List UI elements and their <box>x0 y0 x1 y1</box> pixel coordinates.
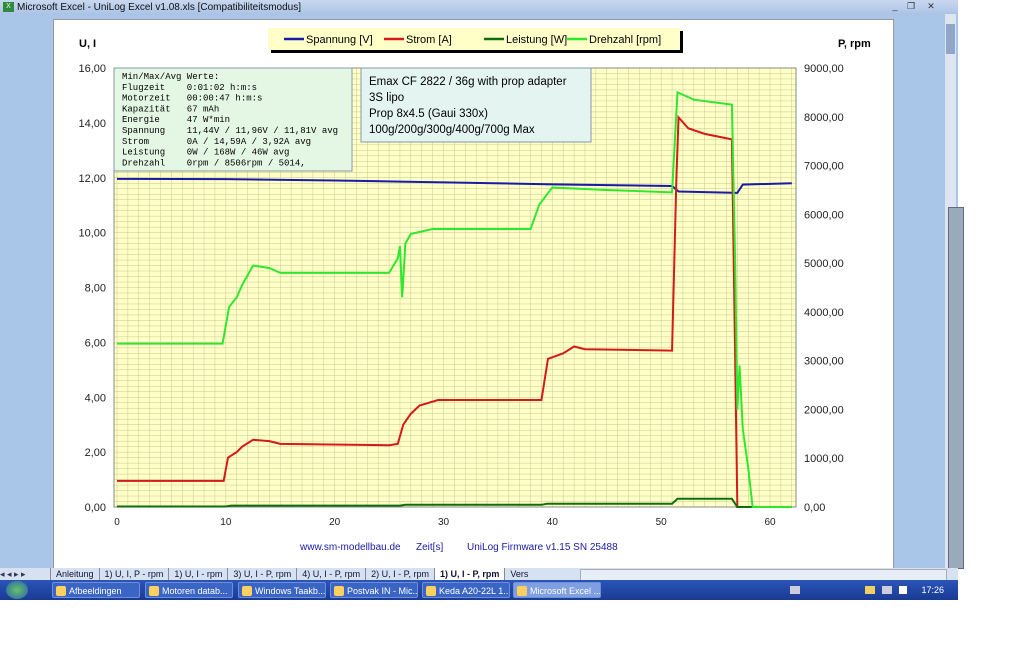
taskbar-item-label: Keda A20-22L 1... <box>439 586 510 596</box>
y2-tick-label: 5000,00 <box>804 258 844 270</box>
y2-tick-label: 9000,00 <box>804 63 844 75</box>
chart-svg: 0,00 2,00 4,00 6,00 8,00 10,00 12,00 14,00 16,00… <box>78 28 871 553</box>
legend-label: Spannung [V] <box>306 34 373 46</box>
sheet-tab[interactable]: 2) U, I - P, rpm <box>365 568 434 580</box>
footer-firmware: UniLog Firmware v1.15 SN 25488 <box>467 542 618 553</box>
stats-line: Energie 47 W*min <box>122 115 230 125</box>
y2-tick-label: 6000,00 <box>804 209 844 221</box>
chart-area[interactable]: 0,00 2,00 4,00 6,00 8,00 10,00 12,00 14,00 16,00… <box>53 19 894 569</box>
stats-line: Strom 0A / 14,59A / 3,92A avg <box>122 137 311 147</box>
y-tick-label: 6,00 <box>85 337 106 349</box>
app-icon <box>242 586 252 596</box>
legend-label: Drehzahl [rpm] <box>589 34 661 46</box>
app-icon <box>426 586 436 596</box>
x-tick-label: 20 <box>329 517 341 528</box>
y-tick-label: 14,00 <box>78 118 106 130</box>
close-button[interactable]: ✕ <box>922 1 940 12</box>
y-tick-label: 10,00 <box>78 228 106 240</box>
y-tick-label: 4,00 <box>85 392 106 404</box>
network-tray-icon[interactable] <box>882 586 892 594</box>
app-icon <box>517 586 527 596</box>
taskbar-item[interactable]: Motoren datab... <box>145 582 233 598</box>
taskbar-item[interactable]: Postvak IN - Mic... <box>330 582 418 598</box>
minimize-button[interactable]: _ <box>888 1 902 12</box>
stats-line: Drehzahl 0rpm / 8506rpm / 5014, <box>122 158 306 168</box>
y2-tick-label: 3000,00 <box>804 356 844 368</box>
x-tick-label: 50 <box>656 517 668 528</box>
start-button[interactable] <box>6 581 28 599</box>
keyboard-tray-icon[interactable] <box>790 586 800 594</box>
stats-line: Min/Max/Avg Werte: <box>122 72 219 82</box>
taskbar-item-label: Motoren datab... <box>162 586 228 596</box>
y2-tick-label: 1000,00 <box>804 453 844 465</box>
stats-line: Leistung 0W / 168W / 46W avg <box>122 148 289 158</box>
taskbar-item[interactable]: Windows Taakb... <box>238 582 326 598</box>
taskbar: Afbeeldingen Motoren datab... Windows Taak… <box>0 580 958 600</box>
x-tick-label: 60 <box>764 517 776 528</box>
stats-line: Motorzeit 00:00:47 h:m:s <box>122 94 262 104</box>
taskbar-item-label: Windows Taakb... <box>255 586 326 596</box>
restore-button[interactable]: ❐ <box>904 1 918 12</box>
right-axis-label: P, rpm <box>838 38 871 50</box>
sheet-tab[interactable]: 1) U, I - P, rpm <box>433 568 505 580</box>
taskbar-item[interactable]: Keda A20-22L 1... <box>422 582 510 598</box>
y-tick-label: 12,00 <box>78 173 106 185</box>
taskbar-item-label: Postvak IN - Mic... <box>347 586 418 596</box>
legend-label: Leistung [W] <box>506 34 567 46</box>
app-icon <box>56 586 66 596</box>
sheet-tab[interactable]: 1) U, I - rpm <box>168 568 227 580</box>
stats-line: Flugzeit 0:01:02 h:m:s <box>122 83 257 93</box>
x-axis-label: Zeit[s] <box>416 542 443 553</box>
excel-app-icon: X <box>3 2 14 12</box>
y-tick-label: 16,00 <box>78 63 106 75</box>
x-tick-label: 0 <box>114 517 120 528</box>
scroll-thumb[interactable] <box>946 24 955 54</box>
y2-tick-label: 0,00 <box>804 502 825 514</box>
taskbar-item-label: Microsoft Excel ... <box>530 586 601 596</box>
y2-tick-label: 7000,00 <box>804 161 844 173</box>
x-tick-label: 30 <box>438 517 450 528</box>
sheet-tab[interactable]: 1) U, I, P - rpm <box>98 568 169 580</box>
taskbar-item-label: Afbeeldingen <box>69 586 122 596</box>
sheet-tab[interactable]: Anleitung <box>50 568 99 580</box>
y-tick-label: 2,00 <box>85 447 106 459</box>
y2-tick-label: 2000,00 <box>804 404 844 416</box>
y2-tick-label: 4000,00 <box>804 307 844 319</box>
sheet-tab[interactable]: 4) U, I - P, rpm <box>296 568 365 580</box>
sheet-tab[interactable]: Vers <box>504 568 533 580</box>
sheet-tab[interactable]: 3) U, I - P, rpm <box>227 568 296 580</box>
x-tick-label: 10 <box>220 517 232 528</box>
mail-tray-icon[interactable] <box>865 586 875 594</box>
side-window-edge[interactable] <box>948 207 964 569</box>
left-axis-label: U, I <box>79 38 96 50</box>
note-line: Prop 8x4.5 (Gaui 330x) <box>369 108 488 120</box>
footer-website[interactable]: www.sm-modellbau.de <box>299 542 401 553</box>
window-title: Microsoft Excel - UniLog Excel v1.08.xls… <box>17 2 301 13</box>
taskbar-item[interactable]: Microsoft Excel ... <box>513 582 601 598</box>
note-line: 3S lipo <box>369 92 404 104</box>
excel-window: X Microsoft Excel - UniLog Excel v1.08.xl… <box>0 0 964 580</box>
sheet-nav-arrows[interactable]: ◂ ◂ ▸ ▸ <box>0 568 50 580</box>
x-tick-label: 40 <box>547 517 559 528</box>
y-tick-label: 0,00 <box>85 502 106 514</box>
legend-label: Strom [A] <box>406 34 452 46</box>
note-line: 100g/200g/300g/400g/700g Max <box>369 124 535 136</box>
y-tick-label: 8,00 <box>85 283 106 295</box>
volume-tray-icon[interactable] <box>899 586 907 594</box>
y2-tick-label: 8000,00 <box>804 112 844 124</box>
stats-line: Spannung 11,44V / 11,96V / 11,81V avg <box>122 126 338 136</box>
note-line: Emax CF 2822 / 36g with prop adapter <box>369 76 567 88</box>
app-icon <box>334 586 344 596</box>
clock[interactable]: 17:26 <box>921 580 944 600</box>
app-icon <box>149 586 159 596</box>
taskbar-item[interactable]: Afbeeldingen <box>52 582 140 598</box>
stats-line: Kapazität 67 mAh <box>122 104 219 114</box>
title-bar: X Microsoft Excel - UniLog Excel v1.08.xl… <box>0 0 958 15</box>
